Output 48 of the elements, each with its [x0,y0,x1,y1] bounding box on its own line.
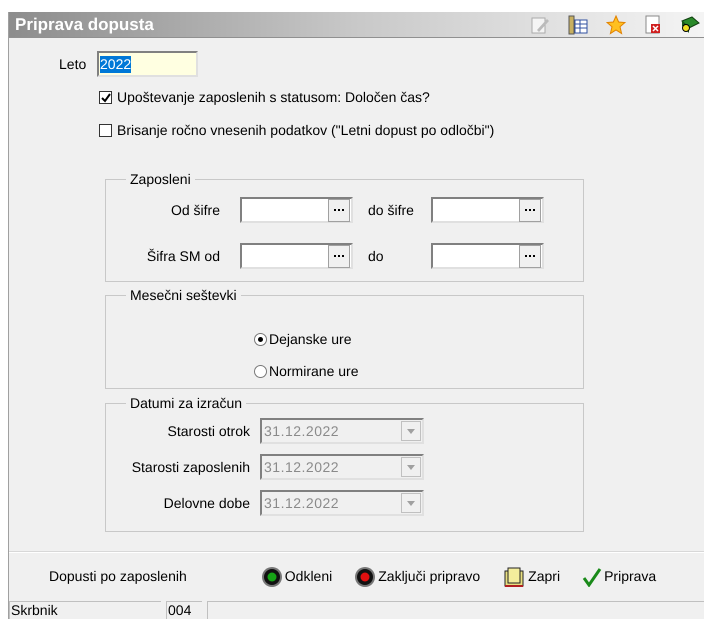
year-field[interactable]: 2022 [97,51,198,77]
radio-label: Normirane ure [269,362,358,382]
code-field[interactable] [240,197,353,223]
action-button[interactable]: Zaključi pripravo [354,566,480,588]
code-field[interactable] [240,243,353,269]
ellipsis-icon [334,254,344,258]
window-title: Priprava dopusta [15,14,155,36]
action-button[interactable]: Priprava [582,566,656,588]
browse-button[interactable] [328,244,350,268]
star-icon[interactable] [606,14,626,34]
dropdown-arrow-icon [407,464,415,470]
status-light-icon [260,566,283,588]
status-bar-cell: Skrbnik [9,601,161,619]
code-field[interactable] [431,197,544,223]
field-label: do šifre [367,200,415,220]
status-bar-cell: 004 [166,601,202,619]
checkbox-label: Brisanje ročno vnesenih podatkov ("Letni dopust po odločbi") [117,121,494,140]
delete-document-icon[interactable] [644,14,662,34]
checkbox[interactable] [99,124,112,137]
code-field[interactable] [431,243,544,269]
help-book-icon[interactable] [680,14,700,34]
browse-button[interactable] [519,244,541,268]
ellipsis-icon [525,208,535,212]
checkbox[interactable] [99,91,112,104]
browse-button[interactable] [519,198,541,222]
action-button[interactable]: Zapri [502,566,560,588]
field-label: Delovne dobe [162,494,251,513]
check-icon [582,566,602,587]
radio-label: Dejanske ure [269,330,352,350]
table-icon[interactable] [568,14,588,34]
dropdown-arrow-icon [407,500,415,506]
year-label: Leto [59,54,88,74]
checkbox-label: Upoštevanje zaposlenih s statusom: Določen čas? [117,88,430,107]
action-button[interactable]: Odkleni [260,566,332,588]
browse-button[interactable] [328,198,350,222]
ellipsis-icon [525,254,535,258]
dropdown-arrow-icon [407,428,415,434]
book-icon [502,566,526,588]
field-label: Starosti zaposlenih [130,458,251,477]
field-label: do [367,246,385,266]
ellipsis-icon [334,208,344,212]
field-label: Od šifre [170,200,221,220]
field-label: Šifra SM od [146,246,221,266]
status-light-icon [354,566,376,588]
action-button[interactable]: Dopusti po zaposlenih [49,566,187,588]
radio-button[interactable] [254,333,267,346]
field-label: Starosti otrok [166,422,251,441]
radio-button[interactable] [254,365,267,378]
